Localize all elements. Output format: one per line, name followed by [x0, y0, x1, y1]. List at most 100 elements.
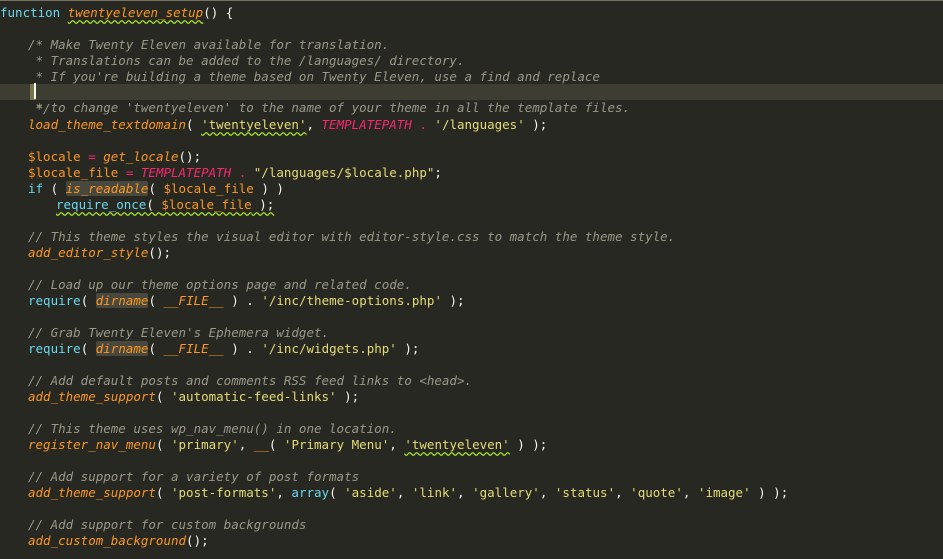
code-token: ( [148, 341, 164, 356]
code-line[interactable]: * Translations can be added to the /lang… [28, 53, 465, 69]
code-token: add_custom_background [28, 533, 187, 548]
code-token: add_theme_support [28, 389, 156, 404]
code-token: get_locale [103, 149, 179, 164]
code-token: = [80, 149, 104, 164]
code-token: function [0, 5, 68, 20]
code-token: , [306, 117, 322, 132]
code-line[interactable]: if ( is_readable( $locale_file ) ) [28, 181, 284, 197]
code-token: 'twentyeleven' [404, 437, 510, 452]
code-token: . [231, 165, 254, 180]
code-line[interactable]: register_nav_menu( 'primary', __( 'Prima… [28, 437, 547, 453]
code-line[interactable]: require( dirname( __FILE__ ) . '/inc/wid… [28, 341, 419, 357]
code-line[interactable]: */ [28, 101, 51, 117]
code-token: ); [524, 117, 548, 132]
code-token: '/inc/theme-options.php' [261, 293, 442, 308]
code-line[interactable]: add_theme_support( 'post-formats', array… [28, 485, 788, 501]
code-token: ) . [223, 341, 262, 356]
code-token: ) . [223, 293, 262, 308]
code-token: (); [178, 149, 202, 164]
code-token: $locale_file [161, 197, 252, 212]
code-token: dirname [95, 293, 149, 308]
code-token: (); [186, 533, 209, 548]
code-token: * Translations can be added to the /lang… [28, 53, 465, 68]
code-token: */ [28, 101, 51, 116]
code-line[interactable]: add_theme_support( 'automatic-feed-links… [28, 389, 359, 405]
code-token: 'aside' [344, 485, 397, 500]
code-line[interactable]: $locale_file = TEMPLATEPATH . "/language… [28, 165, 442, 181]
code-token: , [396, 485, 412, 500]
code-token: '/languages' [434, 117, 525, 132]
code-token: ); [441, 293, 465, 308]
code-token: ( [268, 437, 284, 452]
code-token: $locale [28, 149, 81, 164]
code-line[interactable]: require( dirname( __FILE__ ) . '/inc/the… [28, 293, 465, 309]
code-line[interactable]: add_editor_style(); [28, 245, 171, 261]
code-token: /* Make Twenty Eleven available for tran… [28, 37, 390, 52]
code-token: require [28, 293, 81, 308]
code-token: 'quote' [630, 485, 683, 500]
code-line[interactable]: // Grab Twenty Eleven's Ephemera widget. [28, 325, 329, 341]
code-token: (); [148, 245, 171, 260]
code-line-active[interactable]: * to change 'twentyeleven' to the name o… [0, 84, 943, 115]
code-token: ); [396, 341, 420, 356]
code-line[interactable]: // Add support for custom backgrounds [28, 517, 306, 533]
code-token: 'image' [697, 485, 751, 500]
code-token: ( [148, 293, 164, 308]
code-line[interactable]: add_custom_background(); [28, 533, 209, 549]
code-token: . [411, 117, 435, 132]
code-token: ( [186, 117, 202, 132]
code-token: , [238, 437, 254, 452]
code-token: if [28, 181, 44, 196]
code-line[interactable]: // This theme styles the visual editor w… [28, 229, 675, 245]
code-line[interactable]: // Load up our theme options page and re… [28, 277, 412, 293]
code-token: __FILE__ [163, 341, 224, 356]
code-token: '/inc/widgets.php' [261, 341, 397, 356]
code-token: ( [155, 485, 171, 500]
code-token: ( [329, 485, 345, 500]
code-line[interactable]: // Add default posts and comments RSS fe… [28, 373, 472, 389]
code-token: require [28, 341, 81, 356]
code-token: 'post-formats' [171, 485, 277, 500]
code-token: , [539, 485, 555, 500]
code-line[interactable]: /* Make Twenty Eleven available for tran… [28, 37, 389, 53]
code-line[interactable]: * If you're building a theme based on Tw… [28, 69, 600, 85]
code-token: require_once [56, 197, 147, 212]
code-token: // Load up our theme options page and re… [28, 277, 412, 292]
code-token: ( [43, 181, 66, 196]
code-token: ( [148, 181, 164, 196]
code-token: * If you're building a theme based on Tw… [28, 69, 600, 84]
code-token: 'primary' [171, 437, 239, 452]
code-token: // This theme styles the visual editor w… [28, 229, 676, 244]
code-token: TEMPLATEPATH [321, 117, 412, 132]
code-token: twentyeleven_setup [67, 5, 204, 20]
code-line[interactable]: // Add support for a variety of post for… [28, 469, 359, 485]
code-token: ) ) [253, 181, 284, 196]
code-line[interactable]: $locale = get_locale(); [28, 149, 201, 165]
code-line-inner: * to change 'twentyeleven' to the name o… [28, 100, 631, 116]
code-token: TEMPLATEPATH [140, 165, 232, 180]
code-token: , [389, 437, 405, 452]
code-line[interactable]: require_once( $locale_file ); [56, 197, 274, 213]
code-token: ) ); [750, 485, 789, 500]
code-token: = [118, 165, 141, 180]
code-token: , [276, 485, 292, 500]
code-token: 'link' [411, 485, 458, 500]
code-token: ( [155, 437, 171, 452]
code-token: // Add support for custom backgrounds [28, 517, 307, 532]
code-token: ( [80, 293, 96, 308]
code-token: ); [251, 197, 275, 212]
code-token: load_theme_textdomain [28, 117, 187, 132]
code-line[interactable]: function twentyeleven_setup() { [0, 5, 233, 21]
code-token: // Grab Twenty Eleven's Ephemera widget. [28, 325, 330, 340]
code-token: "/languages/$locale.php" [253, 165, 435, 180]
code-line[interactable]: // This theme uses wp_nav_menu() in one … [28, 421, 397, 437]
code-line[interactable]: load_theme_textdomain( 'twentyeleven', T… [28, 117, 547, 133]
text-cursor [34, 83, 36, 99]
code-editor[interactable]: function twentyeleven_setup() { /* Make … [0, 0, 943, 559]
code-token: 'status' [554, 485, 616, 500]
code-token: add_theme_support [28, 485, 156, 500]
code-token: // This theme uses wp_nav_menu() in one … [28, 421, 397, 436]
code-token: ( [146, 197, 162, 212]
code-token: $locale_file [28, 165, 119, 180]
code-token: ( [155, 389, 171, 404]
